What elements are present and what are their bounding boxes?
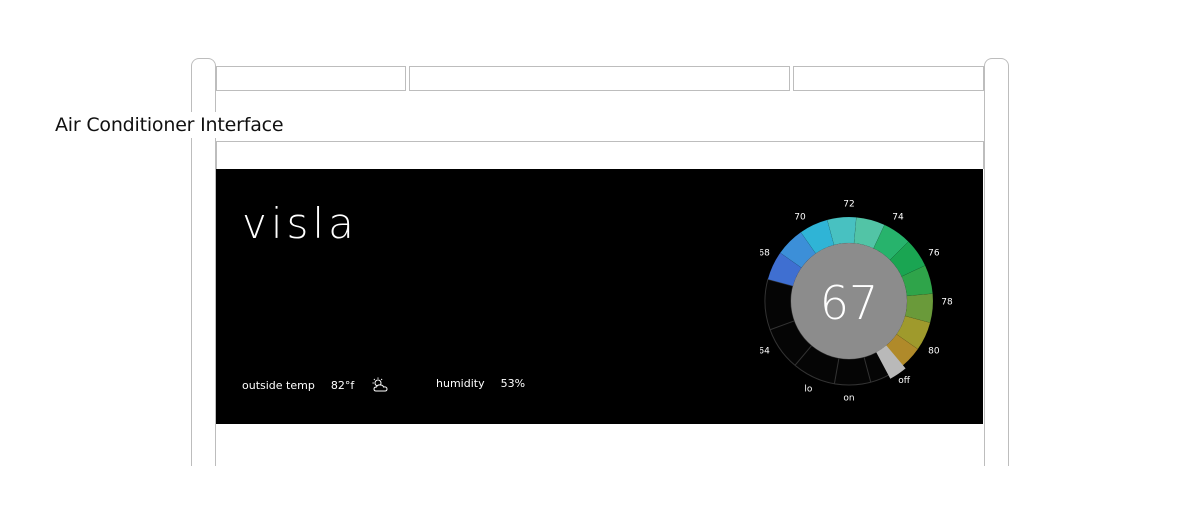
dial-fan-label[interactable]: lo	[804, 385, 813, 395]
dial-fan-label[interactable]: on	[843, 394, 854, 404]
dial-scale-label[interactable]: 76	[928, 249, 940, 259]
thermostat-dial-graphic[interactable]: 646668707274767880loonoff 67	[745, 197, 970, 407]
frame-top-slot-2	[409, 66, 790, 91]
thermostat-current-temp: 67	[820, 276, 879, 330]
frame-shelf	[216, 141, 984, 169]
humidity-label: humidity	[436, 377, 485, 390]
dial-scale-label[interactable]: 68	[758, 249, 770, 259]
outside-temp-label: outside temp	[242, 378, 315, 392]
frame-right-post	[984, 58, 1009, 466]
frame-top-slot-3	[793, 66, 984, 91]
dial-scale-label[interactable]: 72	[843, 200, 854, 210]
outside-temp-readout: outside temp 82°f	[242, 377, 392, 393]
thermostat-dial[interactable]: 646668707274767880loonoff 67	[745, 197, 970, 407]
brand-logo: visla	[242, 199, 358, 248]
outside-temp-value: 82°f	[330, 378, 355, 392]
frame-top-slot-1	[216, 66, 406, 91]
dial-fan-label[interactable]: off	[898, 376, 911, 386]
dial-scale-label[interactable]: 80	[928, 347, 940, 357]
humidity-readout: humidity 53%	[436, 377, 525, 390]
dial-scale-label[interactable]: 74	[892, 213, 904, 223]
dial-scale-label[interactable]: 64	[758, 347, 770, 357]
page-caption: Air Conditioner Interface	[55, 112, 284, 138]
partly-cloudy-icon	[372, 377, 388, 392]
dial-scale-label[interactable]: 70	[794, 213, 806, 223]
dial-scale-label[interactable]: 78	[941, 298, 953, 308]
humidity-value: 53%	[500, 377, 526, 390]
ac-display-panel: visla outside temp 82°f humidity 53% 64 6…	[216, 169, 983, 424]
